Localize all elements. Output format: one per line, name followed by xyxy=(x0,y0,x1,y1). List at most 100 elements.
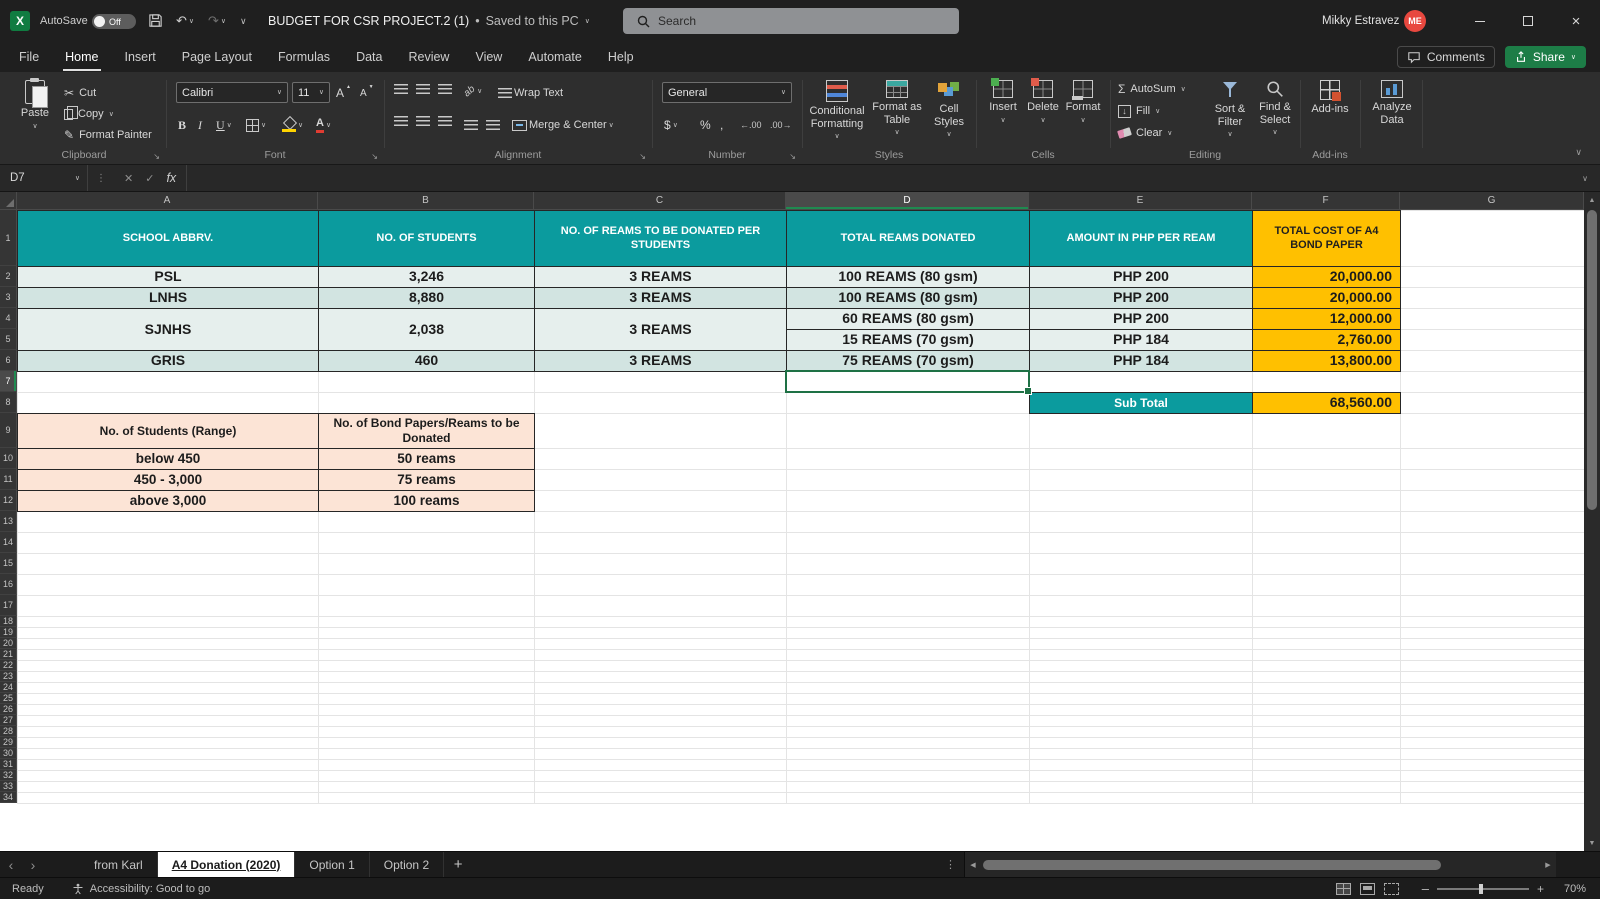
row-header-5[interactable]: 5 xyxy=(0,329,17,350)
font-name-select[interactable]: Calibri ∨ xyxy=(176,82,288,103)
italic-button[interactable]: I xyxy=(198,116,202,134)
column-header-D[interactable]: D xyxy=(786,192,1029,210)
cell-A3[interactable]: LNHS xyxy=(17,287,319,309)
row-header-19[interactable]: 19 xyxy=(0,627,17,638)
insert-cells-button[interactable]: Insert ∨ xyxy=(984,78,1022,124)
row-header-17[interactable]: 17 xyxy=(0,595,17,616)
shrink-font-button[interactable]: A ▼ xyxy=(360,84,374,102)
percent-style-button[interactable]: % xyxy=(700,116,711,134)
cell-A4[interactable]: SJNHS xyxy=(17,308,319,351)
column-header-F[interactable]: F xyxy=(1252,192,1400,210)
horizontal-scrollbar[interactable]: ◀ ▶ xyxy=(964,852,1556,877)
tabs-scroll-right-icon[interactable]: › xyxy=(22,852,44,877)
cell-A9[interactable]: No. of Students (Range) xyxy=(17,413,319,449)
row-header-11[interactable]: 11 xyxy=(0,469,17,490)
row-header-30[interactable]: 30 xyxy=(0,748,17,759)
cell-E6[interactable]: PHP 184 xyxy=(1029,350,1253,372)
row-header-10[interactable]: 10 xyxy=(0,448,17,469)
comma-style-button[interactable]: , xyxy=(720,116,723,134)
paste-button[interactable]: Paste ∨ xyxy=(12,78,58,130)
font-color-button[interactable]: A ∨ xyxy=(316,116,331,134)
merge-center-button[interactable]: Merge & Center ∨ xyxy=(512,116,614,134)
cell-B3[interactable]: 8,880 xyxy=(318,287,535,309)
spreadsheet-grid[interactable]: A B C D E F G 1 2 3 4 5 6 7 8 9 10 11 12 13 14 15 16 17 18 19 20 21… xyxy=(0,192,1584,851)
row-header-1[interactable]: 1 xyxy=(0,210,17,266)
zoom-out-icon[interactable]: – xyxy=(1422,881,1429,896)
minimize-button[interactable] xyxy=(1456,0,1504,42)
cell-B4[interactable]: 2,038 xyxy=(318,308,535,351)
clear-button[interactable]: Clear ∨ xyxy=(1117,124,1172,142)
expand-formula-bar-icon[interactable]: ∨ xyxy=(1570,165,1600,191)
customize-quick-access-icon[interactable]: ∨ xyxy=(240,0,247,42)
cell-styles-button[interactable]: Cell Styles ∨ xyxy=(926,80,972,138)
menu-tab-help[interactable]: Help xyxy=(595,42,647,72)
scroll-down-icon[interactable]: ▼ xyxy=(1584,835,1600,851)
row-header-14[interactable]: 14 xyxy=(0,532,17,553)
conditional-formatting-button[interactable]: Conditional Formatting ∨ xyxy=(806,80,868,140)
align-middle-icon[interactable] xyxy=(416,84,430,95)
zoom-slider-thumb[interactable] xyxy=(1478,883,1483,894)
normal-view-icon[interactable] xyxy=(1335,882,1351,895)
increase-decimal-button[interactable]: ←.00 xyxy=(740,116,762,134)
decrease-indent-icon[interactable] xyxy=(464,116,478,134)
row-header-28[interactable]: 28 xyxy=(0,726,17,737)
tabs-scroll-left-icon[interactable]: ‹ xyxy=(0,852,22,877)
sheet-tab-a4-donation-2020[interactable]: A4 Donation (2020) xyxy=(157,852,296,877)
cell-C2[interactable]: 3 REAMS xyxy=(534,266,787,288)
cell-C6[interactable]: 3 REAMS xyxy=(534,350,787,372)
share-button[interactable]: Share ∨ xyxy=(1504,46,1586,68)
decrease-decimal-button[interactable]: .00→ xyxy=(770,116,792,134)
cell-F4[interactable]: 12,000.00 xyxy=(1252,308,1401,330)
row-header-32[interactable]: 32 xyxy=(0,770,17,781)
save-icon[interactable] xyxy=(148,13,163,28)
undo-icon[interactable]: ↶ ∨ xyxy=(176,0,194,42)
cell-E8[interactable]: Sub Total xyxy=(1029,392,1253,414)
cell-D1[interactable]: TOTAL REAMS DONATED xyxy=(786,210,1030,267)
row-header-24[interactable]: 24 xyxy=(0,682,17,693)
cell-D3[interactable]: 100 REAMS (80 gsm) xyxy=(786,287,1030,309)
row-header-20[interactable]: 20 xyxy=(0,638,17,649)
zoom-level[interactable]: 70% xyxy=(1554,883,1586,895)
cell-B1[interactable]: NO. OF STUDENTS xyxy=(318,210,535,267)
cell-B12[interactable]: 100 reams xyxy=(318,490,535,512)
number-format-select[interactable]: General ∨ xyxy=(662,82,792,103)
comments-button[interactable]: Comments xyxy=(1396,46,1495,68)
cell-D5[interactable]: 15 REAMS (70 gsm) xyxy=(786,329,1030,351)
cell-B10[interactable]: 50 reams xyxy=(318,448,535,470)
addins-button[interactable]: Add-ins xyxy=(1308,80,1352,116)
align-right-icon[interactable] xyxy=(438,116,452,127)
font-size-select[interactable]: 11 ∨ xyxy=(292,82,330,103)
select-all-button[interactable] xyxy=(0,192,17,210)
cell-F5[interactable]: 2,760.00 xyxy=(1252,329,1401,351)
cell-A10[interactable]: below 450 xyxy=(17,448,319,470)
column-header-G[interactable]: G xyxy=(1400,192,1584,210)
font-dialog-launcher-icon[interactable]: ↘ xyxy=(371,152,378,161)
cell-A11[interactable]: 450 - 3,000 xyxy=(17,469,319,491)
excel-logo-icon[interactable]: X xyxy=(10,11,30,31)
menu-tab-file[interactable]: File xyxy=(6,42,52,72)
cell-B2[interactable]: 3,246 xyxy=(318,266,535,288)
copy-button[interactable]: Copy ∨ xyxy=(64,105,114,123)
new-sheet-button[interactable]: + xyxy=(444,852,472,877)
number-dialog-launcher-icon[interactable]: ↘ xyxy=(789,152,796,161)
align-bottom-icon[interactable] xyxy=(438,84,452,95)
bold-button[interactable]: B xyxy=(178,116,186,134)
cell-C3[interactable]: 3 REAMS xyxy=(534,287,787,309)
row-header-13[interactable]: 13 xyxy=(0,511,17,532)
formula-input[interactable] xyxy=(187,165,1570,191)
cell-B9[interactable]: No. of Bond Papers/Reams to be Donated xyxy=(318,413,535,449)
cancel-icon[interactable]: ✕ xyxy=(124,172,133,185)
cell-A12[interactable]: above 3,000 xyxy=(17,490,319,512)
format-cells-button[interactable]: Format ∨ xyxy=(1064,80,1102,124)
row-header-26[interactable]: 26 xyxy=(0,704,17,715)
column-header-C[interactable]: C xyxy=(534,192,786,210)
sheet-tab-option-1[interactable]: Option 1 xyxy=(295,852,370,877)
row-header-9[interactable]: 9 xyxy=(0,413,17,448)
cell-E5[interactable]: PHP 184 xyxy=(1029,329,1253,351)
row-header-12[interactable]: 12 xyxy=(0,490,17,511)
row-header-23[interactable]: 23 xyxy=(0,671,17,682)
fill-button[interactable]: ↓ Fill ∨ xyxy=(1118,102,1160,120)
row-header-34[interactable]: 34 xyxy=(0,792,17,803)
grow-font-button[interactable]: A ▲ xyxy=(336,84,351,102)
selected-cell-D7[interactable] xyxy=(785,370,1032,395)
